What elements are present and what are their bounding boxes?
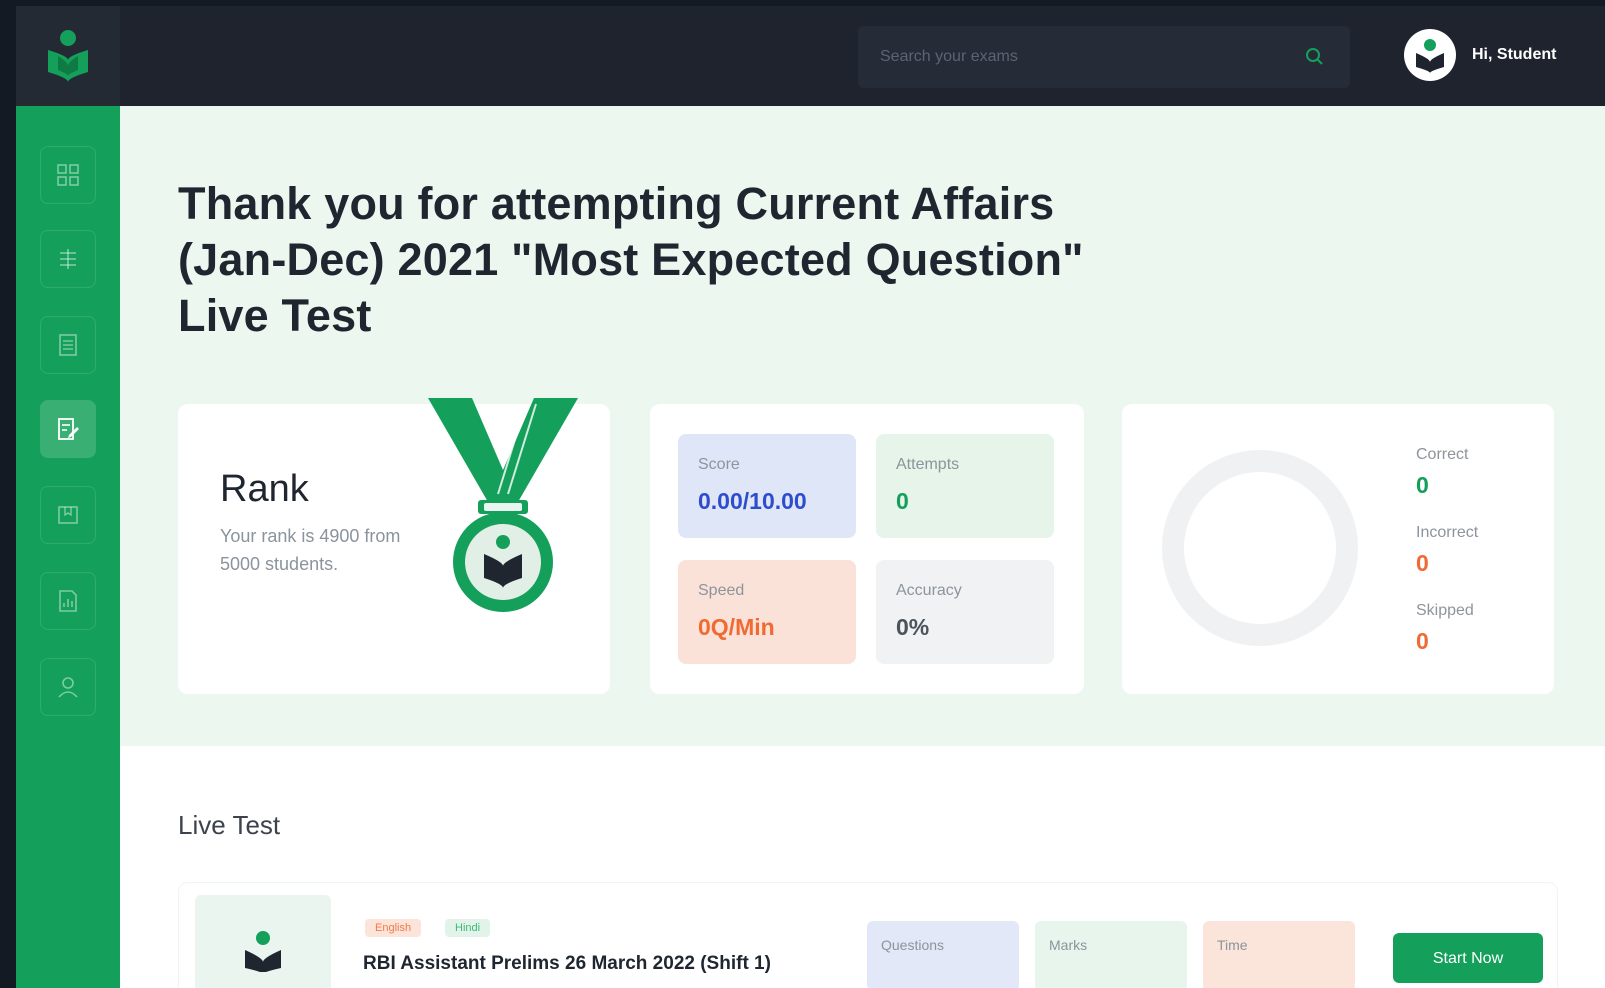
attempts-stat: Attempts 0 bbox=[876, 434, 1054, 538]
sidebar-item-dashboard[interactable] bbox=[40, 146, 96, 204]
test-icon bbox=[58, 418, 79, 440]
incorrect-value: 0 bbox=[1416, 550, 1429, 576]
skipped-value: 0 bbox=[1416, 628, 1429, 654]
speed-value: 0Q/Min bbox=[698, 614, 775, 640]
report-icon bbox=[59, 590, 77, 612]
sidebar-item-tests[interactable] bbox=[40, 400, 96, 458]
rank-title: Rank bbox=[220, 468, 309, 510]
language-tag-english: English bbox=[365, 919, 422, 937]
attempts-label: Attempts bbox=[896, 456, 960, 473]
section-title: Live Test bbox=[178, 810, 281, 840]
answer-donut-chart bbox=[1162, 450, 1358, 646]
skipped-result: Skipped 0 bbox=[1416, 602, 1474, 655]
avatar[interactable] bbox=[1404, 29, 1456, 81]
correct-label: Correct bbox=[1416, 446, 1469, 463]
questions-box: Questions bbox=[867, 921, 1019, 988]
dashboard-icon bbox=[57, 164, 79, 186]
result-summary-section: Thank you for attempting Current Affairs… bbox=[120, 106, 1605, 746]
sidebar-item-bookmarks[interactable] bbox=[40, 486, 96, 544]
marks-box: Marks bbox=[1035, 921, 1187, 988]
accuracy-value: 0% bbox=[896, 614, 930, 640]
test-logo-icon bbox=[245, 931, 281, 972]
stats-card: Score 0.00/10.00 Attempts 0 Speed 0Q/Min… bbox=[650, 404, 1084, 694]
accuracy-stat: Accuracy 0% bbox=[876, 560, 1054, 664]
medal-icon bbox=[428, 398, 578, 612]
search-icon[interactable] bbox=[1304, 46, 1326, 68]
answer-breakdown-card: Correct 0 Incorrect 0 Skipped 0 bbox=[1122, 404, 1554, 694]
avatar-logo-icon bbox=[1416, 39, 1444, 73]
user-greeting[interactable]: Hi, Student bbox=[1472, 46, 1556, 64]
score-value: 0.00/10.00 bbox=[698, 488, 807, 514]
correct-result: Correct 0 bbox=[1416, 446, 1468, 499]
score-stat: Score 0.00/10.00 bbox=[678, 434, 856, 538]
live-test-card[interactable]: English Hindi RBI Assistant Prelims 26 M… bbox=[178, 882, 1558, 988]
sidebar-item-profile[interactable] bbox=[40, 658, 96, 716]
test-name[interactable]: RBI Assistant Prelims 26 March 2022 (Shi… bbox=[363, 953, 771, 975]
test-thumbnail bbox=[195, 895, 331, 988]
search-bar[interactable]: Search your exams bbox=[858, 26, 1350, 88]
notes-icon bbox=[59, 334, 77, 356]
time-box: Time bbox=[1203, 921, 1355, 988]
speed-stat: Speed 0Q/Min bbox=[678, 560, 856, 664]
page-title: Thank you for attempting Current Affairs… bbox=[178, 178, 1084, 341]
start-now-button[interactable]: Start Now bbox=[1393, 933, 1543, 983]
top-bar: Search your exams Hi, Student bbox=[16, 6, 1605, 106]
sidebar-item-notes[interactable] bbox=[40, 316, 96, 374]
exams-icon bbox=[60, 249, 76, 269]
sidebar-item-reports[interactable] bbox=[40, 572, 96, 630]
speed-label: Speed bbox=[698, 582, 745, 599]
correct-value: 0 bbox=[1416, 472, 1429, 498]
sidebar bbox=[16, 106, 120, 988]
rank-description: Your rank is 4900 from 5000 students. bbox=[220, 526, 401, 574]
app-window: Search your exams Hi, Student Thank you … bbox=[16, 6, 1605, 988]
app-logo[interactable] bbox=[16, 6, 120, 106]
main-content: Thank you for attempting Current Affairs… bbox=[120, 106, 1605, 988]
search-input[interactable]: Search your exams bbox=[880, 48, 1018, 66]
sidebar-item-exams[interactable] bbox=[40, 230, 96, 288]
incorrect-label: Incorrect bbox=[1416, 524, 1479, 541]
incorrect-result: Incorrect 0 bbox=[1416, 524, 1478, 577]
marks-label: Marks bbox=[1049, 937, 1088, 953]
skipped-label: Skipped bbox=[1416, 602, 1474, 619]
time-label: Time bbox=[1217, 937, 1248, 953]
profile-icon bbox=[58, 677, 78, 698]
logo-icon bbox=[48, 30, 88, 82]
attempts-value: 0 bbox=[896, 488, 909, 514]
language-tag-hindi: Hindi bbox=[445, 919, 491, 937]
score-label: Score bbox=[698, 456, 740, 473]
accuracy-label: Accuracy bbox=[896, 582, 962, 599]
rank-card: Rank Your rank is 4900 from 5000 student… bbox=[178, 398, 610, 694]
questions-label: Questions bbox=[881, 937, 945, 953]
bookmark-icon bbox=[58, 506, 78, 524]
